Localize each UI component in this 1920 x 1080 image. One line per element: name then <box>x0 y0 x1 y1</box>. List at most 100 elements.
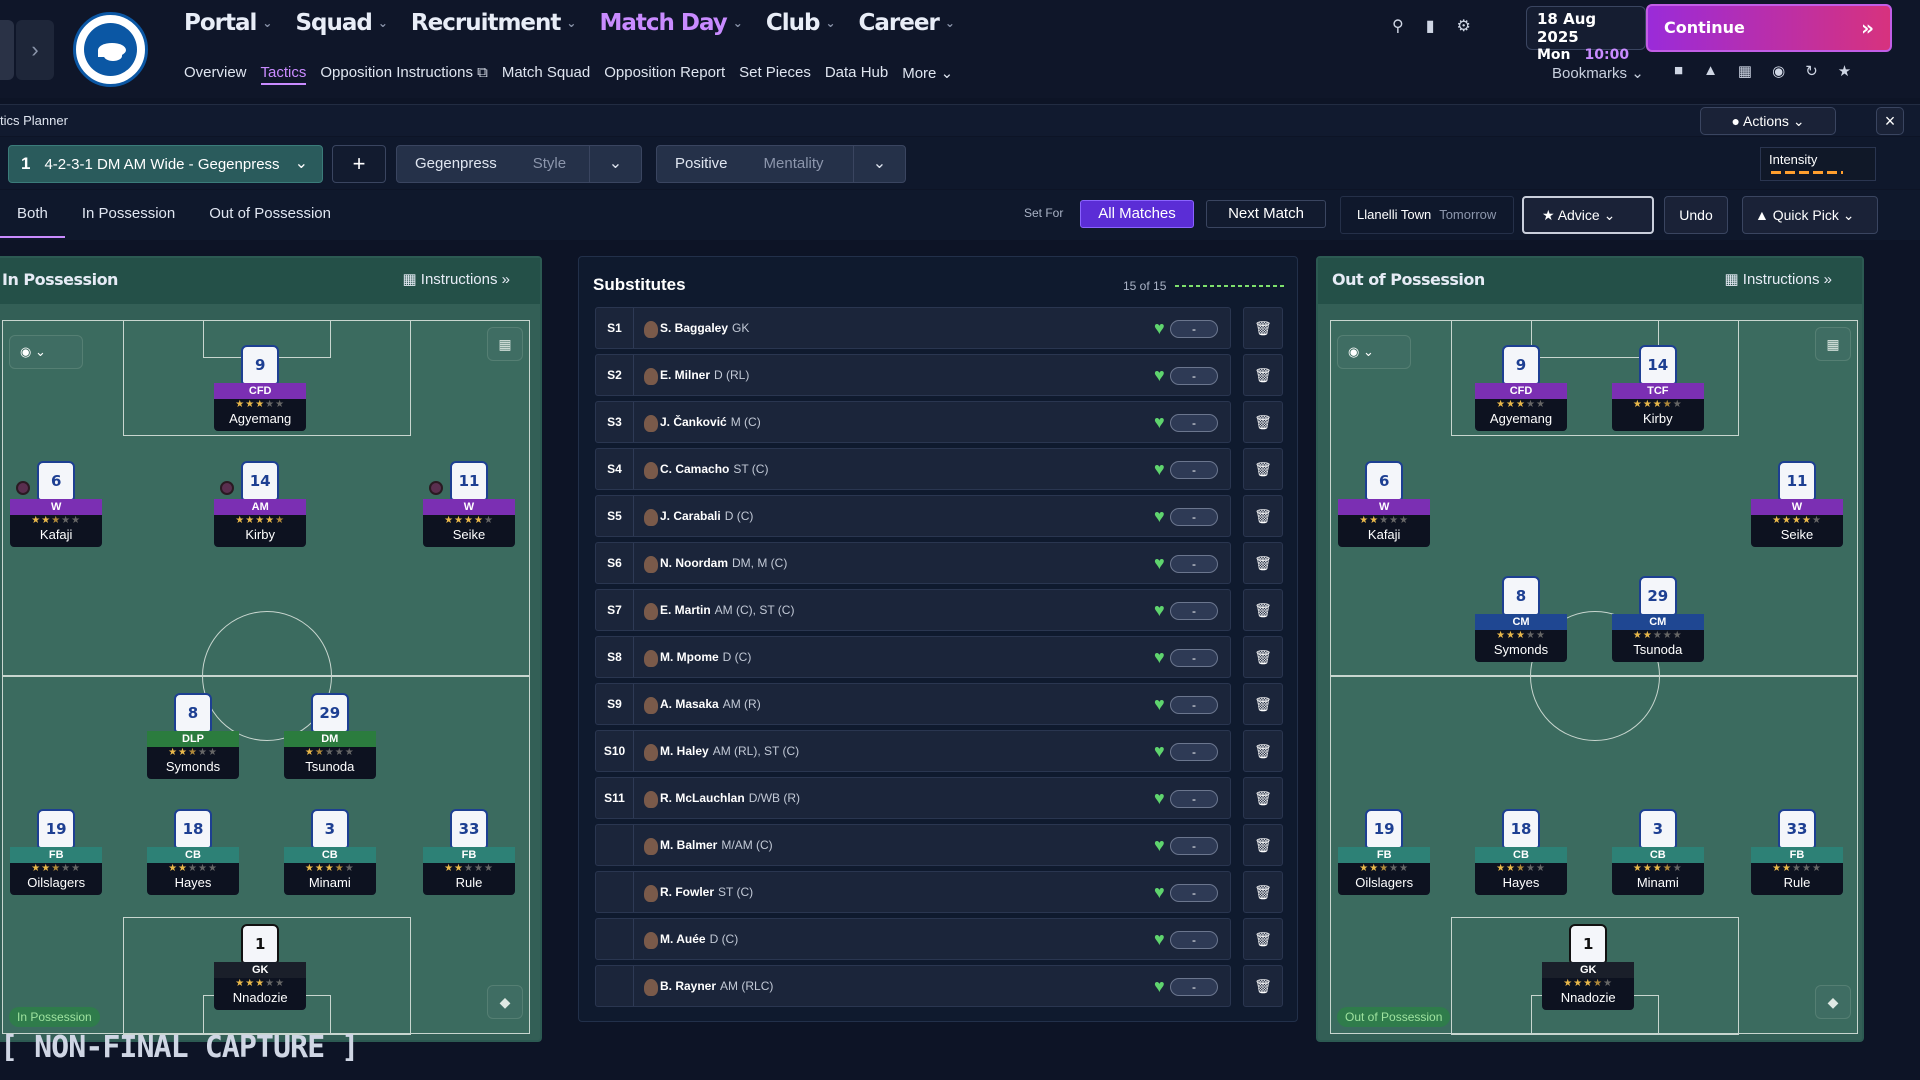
player-token-seike[interactable]: 11 W ★★★★★ Seike <box>423 460 515 559</box>
player-token-minami[interactable]: 3 CB ★★★★★ Minami <box>1611 808 1704 907</box>
player-token-kirby[interactable]: 14 TCF ★★★★★ Kirby <box>1611 345 1704 443</box>
sub-value-pill[interactable]: - <box>1170 320 1218 338</box>
player-token-oilslagers[interactable]: 19 FB ★★★★★ Oilslagers <box>10 808 103 907</box>
substitute-row[interactable]: S3 J. Čanković M (C) ♥ - <box>595 401 1231 443</box>
sub-value-pill[interactable]: - <box>1170 978 1218 996</box>
grid-icon[interactable]: ▦ <box>1815 327 1851 361</box>
nav-item-recruitment[interactable]: Recruitment ⌄ <box>411 10 577 36</box>
player-token-agyemang[interactable]: 9 CFD ★★★★★ Agyemang <box>214 345 307 443</box>
sub-value-pill[interactable]: - <box>1170 555 1218 573</box>
undo-button[interactable]: Undo <box>1664 196 1728 234</box>
substitute-row[interactable]: S4 C. Camacho ST (C) ♥ - <box>595 448 1231 490</box>
set-pieces-icon[interactable]: ◆ <box>487 985 523 1019</box>
substitute-row[interactable]: S9 A. Masaka AM (R) ♥ - <box>595 683 1231 725</box>
sub-value-pill[interactable]: - <box>1170 884 1218 902</box>
trash-icon[interactable]: 🗑 <box>1243 918 1283 960</box>
gear-icon[interactable]: ⚙ <box>1457 16 1471 36</box>
style-dropdown[interactable]: Gegenpress Style ⌄ <box>396 145 642 183</box>
actions-button[interactable]: ● Actions ⌄ <box>1700 107 1836 135</box>
sub-value-pill[interactable]: - <box>1170 743 1218 761</box>
player-token-tsunoda[interactable]: 29 DM ★★★★★ Tsunoda <box>283 693 376 791</box>
subnav-item-set-pieces[interactable]: Set Pieces <box>739 64 811 85</box>
people-icon[interactable]: ◉ <box>1772 62 1785 80</box>
trash-icon[interactable]: 🗑 <box>1243 730 1283 772</box>
subnav-item-more[interactable]: More ⌄ <box>902 64 953 85</box>
trash-icon[interactable]: 🗑 <box>1243 871 1283 913</box>
substitute-row[interactable]: S10 M. Haley AM (RL), ST (C) ♥ - <box>595 730 1231 772</box>
all-matches-button[interactable]: All Matches <box>1080 200 1194 228</box>
trash-icon[interactable]: 🗑 <box>1243 448 1283 490</box>
substitute-row[interactable]: S2 E. Milner D (RL) ♥ - <box>595 354 1231 396</box>
player-token-oilslagers[interactable]: 19 FB ★★★★★ Oilslagers <box>1338 808 1431 907</box>
grid-icon[interactable]: ▦ <box>487 327 523 361</box>
club-crest-logo[interactable] <box>73 12 148 87</box>
continue-button[interactable]: Continue » <box>1646 4 1892 52</box>
next-opponent[interactable]: Llanelli Town Tomorrow <box>1340 196 1514 234</box>
intensity-meter[interactable]: Intensity <box>1760 147 1876 181</box>
substitute-row[interactable]: M. Auée D (C) ♥ - <box>595 918 1231 960</box>
visibility-toggle[interactable]: ◉ ⌄ <box>9 335 83 369</box>
substitute-row[interactable]: S1 S. Baggaley GK ♥ - <box>595 307 1231 349</box>
sub-value-pill[interactable]: - <box>1170 696 1218 714</box>
sub-value-pill[interactable]: - <box>1170 649 1218 667</box>
player-token-hayes[interactable]: 18 CB ★★★★★ Hayes <box>1475 808 1567 907</box>
trash-icon[interactable]: 🗑 <box>1243 777 1283 819</box>
tab-both[interactable]: Both <box>0 190 65 238</box>
trash-icon[interactable]: 🗑 <box>1243 636 1283 678</box>
close-icon[interactable]: × <box>1876 107 1904 135</box>
sub-value-pill[interactable]: - <box>1170 790 1218 808</box>
formation-dropdown[interactable]: 1 4-2-3-1 DM AM Wide - Gegenpress ⌄ <box>8 145 323 183</box>
trash-icon[interactable]: 🗑 <box>1243 683 1283 725</box>
search-icon[interactable]: ⚲ <box>1392 16 1404 36</box>
player-token-kafaji[interactable]: 6 W ★★★★★ Kafaji <box>10 460 103 559</box>
substitute-row[interactable]: S7 E. Martin AM (C), ST (C) ♥ - <box>595 589 1231 631</box>
subnav-item-overview[interactable]: Overview <box>184 64 247 85</box>
substitute-row[interactable]: S11 R. McLauchlan D/WB (R) ♥ - <box>595 777 1231 819</box>
trash-icon[interactable]: 🗑 <box>1243 965 1283 1007</box>
player-token-agyemang[interactable]: 9 CFD ★★★★★ Agyemang <box>1475 345 1567 443</box>
game-date[interactable]: 18 Aug 2025 Mon 10:00 <box>1526 6 1646 63</box>
player-token-seike[interactable]: 11 W ★★★★★ Seike <box>1751 460 1843 559</box>
visibility-toggle[interactable]: ◉ ⌄ <box>1337 335 1411 369</box>
tab-in-possession[interactable]: In Possession <box>65 190 192 238</box>
player-token-kafaji[interactable]: 6 W ★★★★★ Kafaji <box>1338 460 1431 559</box>
subnav-item-tactics[interactable]: Tactics <box>260 64 307 85</box>
player-token-nnadozie[interactable]: 1 GK ★★★★★ Nnadozie <box>1542 923 1635 1022</box>
expand-sidebar-button[interactable]: › <box>16 20 54 80</box>
trash-icon[interactable]: 🗑 <box>1243 307 1283 349</box>
instructions-button[interactable]: ▦ Instructions » <box>1724 270 1832 288</box>
mentality-dropdown[interactable]: Positive Mentality ⌄ <box>656 145 906 183</box>
player-token-minami[interactable]: 3 CB ★★★★★ Minami <box>283 808 376 907</box>
trash-icon[interactable]: 🗑 <box>1243 354 1283 396</box>
sub-value-pill[interactable]: - <box>1170 837 1218 855</box>
instructions-button[interactable]: ▦ Instructions » <box>402 270 510 288</box>
sub-value-pill[interactable]: - <box>1170 931 1218 949</box>
sub-value-pill[interactable]: - <box>1170 461 1218 479</box>
sub-value-pill[interactable]: - <box>1170 367 1218 385</box>
nav-item-match-day[interactable]: Match Day ⌄ <box>599 10 742 36</box>
player-token-tsunoda[interactable]: 29 CM ★★★★★ Tsunoda <box>1611 575 1704 674</box>
subnav-item-opposition-report[interactable]: Opposition Report <box>604 64 725 85</box>
tab-out-of-possession[interactable]: Out of Possession <box>192 190 348 238</box>
nav-item-portal[interactable]: Portal ⌄ <box>184 10 272 36</box>
substitute-row[interactable]: B. Rayner AM (RLC) ♥ - <box>595 965 1231 1007</box>
substitute-row[interactable]: S8 M. Mpome D (C) ♥ - <box>595 636 1231 678</box>
sub-value-pill[interactable]: - <box>1170 414 1218 432</box>
quick-pick-button[interactable]: ▲ Quick Pick ⌄ <box>1742 196 1878 234</box>
sub-value-pill[interactable]: - <box>1170 508 1218 526</box>
side-panel-tab[interactable] <box>0 20 14 80</box>
trash-icon[interactable]: 🗑 <box>1243 824 1283 866</box>
trash-icon[interactable]: 🗑 <box>1243 589 1283 631</box>
player-token-rule[interactable]: 33 FB ★★★★★ Rule <box>423 808 515 907</box>
substitute-row[interactable]: S6 N. Noordam DM, M (C) ♥ - <box>595 542 1231 584</box>
trash-icon[interactable]: 🗑 <box>1243 495 1283 537</box>
nav-item-club[interactable]: Club ⌄ <box>766 10 836 36</box>
substitute-row[interactable]: M. Balmer M/AM (C) ♥ - <box>595 824 1231 866</box>
player-token-rule[interactable]: 33 FB ★★★★★ Rule <box>1751 808 1843 907</box>
chat-icon[interactable]: ■ <box>1674 62 1683 80</box>
substitute-row[interactable]: R. Fowler ST (C) ♥ - <box>595 871 1231 913</box>
set-pieces-icon[interactable]: ◆ <box>1815 985 1851 1019</box>
subnav-item-data-hub[interactable]: Data Hub <box>825 64 888 85</box>
document-icon[interactable]: ▦ <box>1738 62 1752 80</box>
substitute-row[interactable]: S5 J. Carabali D (C) ♥ - <box>595 495 1231 537</box>
